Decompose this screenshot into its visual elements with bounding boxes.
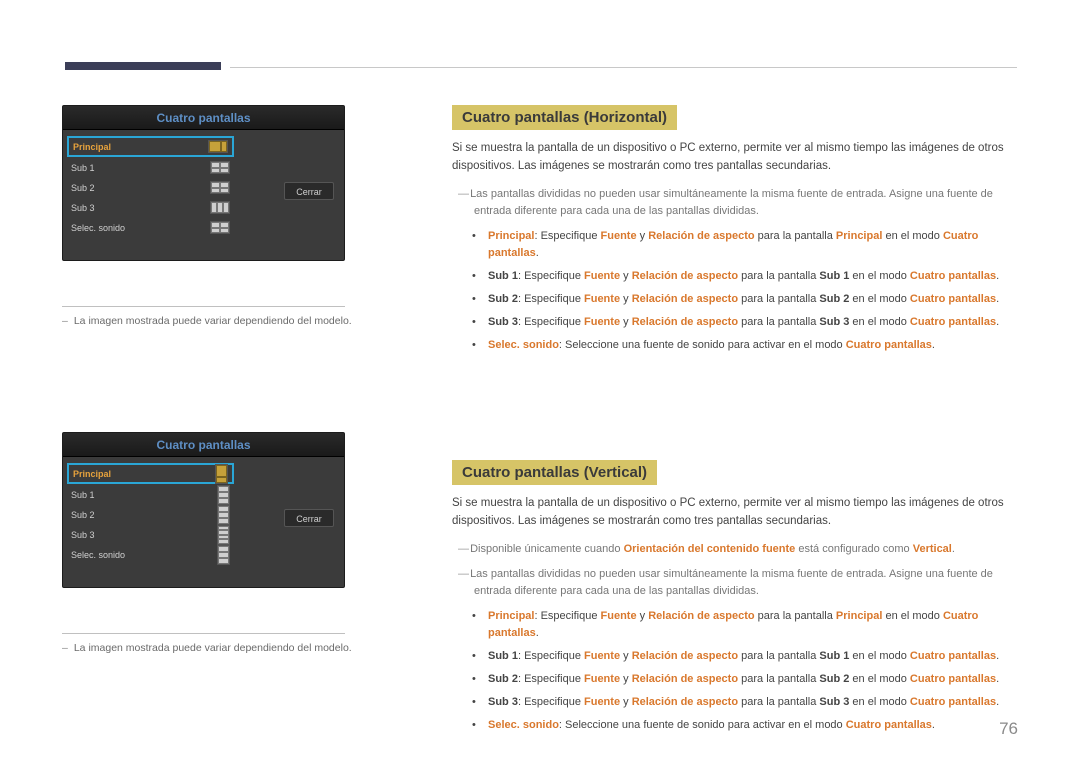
right-column: Cuatro pantallas (Horizontal) Si se mues… [452, 105, 1017, 740]
bullet-sub2: Sub 2: Especifique Fuente y Relación de … [482, 291, 1017, 308]
section-note: Las pantallas divididas no pueden usar s… [452, 186, 1017, 220]
bullet-sub2: Sub 2: Especifique Fuente y Relación de … [482, 671, 1017, 688]
menu-label: Principal [73, 142, 111, 152]
bullet-sub1: Sub 1: Especifique Fuente y Relación de … [482, 268, 1017, 285]
layout-icon-sub2 [217, 505, 230, 525]
menu-label: Sub 2 [71, 183, 95, 193]
tv-panel-horizontal: Cuatro pantallas Principal Sub 1 Sub 2 S… [62, 105, 345, 261]
figure-caption: La imagen mostrada puede variar dependie… [62, 642, 392, 654]
bullet-principal: Principal: Especifique Fuente y Relación… [482, 608, 1017, 642]
header-accent-bar [65, 62, 221, 70]
section-note-availability: Disponible únicamente cuando Orientación… [452, 541, 1017, 558]
tv-panel-body: Principal Sub 1 Sub 2 Sub 3 Selec. sonid… [63, 130, 344, 260]
bullet-sub3: Sub 3: Especifique Fuente y Relación de … [482, 314, 1017, 331]
tv-right-pane: Cerrar [238, 130, 344, 260]
layout-icon-sub1 [210, 161, 230, 174]
menu-label: Principal [73, 469, 111, 479]
menu-item-selec-sonido[interactable]: Selec. sonido [67, 545, 234, 564]
header-rule [230, 67, 1017, 68]
tv-panel-vertical: Cuatro pantallas Principal Sub 1 Sub 2 [62, 432, 345, 588]
section-title-horizontal: Cuatro pantallas (Horizontal) [452, 105, 677, 130]
tv-menu: Principal Sub 1 Sub 2 Sub 3 [63, 457, 238, 587]
menu-item-sub2[interactable]: Sub 2 [67, 505, 234, 524]
section-title-vertical: Cuatro pantallas (Vertical) [452, 460, 657, 485]
close-button[interactable]: Cerrar [284, 182, 334, 200]
menu-label: Sub 3 [71, 530, 95, 540]
bullet-sub1: Sub 1: Especifique Fuente y Relación de … [482, 648, 1017, 665]
section-intro: Si se muestra la pantalla de un disposit… [452, 495, 1017, 531]
menu-item-sub3[interactable]: Sub 3 [67, 525, 234, 544]
menu-item-sub2[interactable]: Sub 2 [67, 178, 234, 197]
layout-icon-sub3 [217, 525, 230, 545]
layout-icon-sub2 [210, 181, 230, 194]
layout-icon-selec [210, 221, 230, 234]
menu-item-sub1[interactable]: Sub 1 [67, 158, 234, 177]
caption-rule [62, 306, 345, 307]
layout-icon-sub1 [217, 485, 230, 505]
tv-panel-body: Principal Sub 1 Sub 2 Sub 3 [63, 457, 344, 587]
tv-menu: Principal Sub 1 Sub 2 Sub 3 Selec. sonid… [63, 130, 238, 260]
menu-label: Selec. sonido [71, 550, 125, 560]
figure-caption: La imagen mostrada puede variar dependie… [62, 315, 392, 327]
menu-item-sub3[interactable]: Sub 3 [67, 198, 234, 217]
bullet-list-vertical: Principal: Especifique Fuente y Relación… [452, 608, 1017, 734]
layout-icon-principal [208, 140, 228, 153]
menu-item-selec-sonido[interactable]: Selec. sonido [67, 218, 234, 237]
close-button[interactable]: Cerrar [284, 509, 334, 527]
layout-icon-sub3 [210, 201, 230, 214]
bullet-selec-sonido: Selec. sonido: Seleccione una fuente de … [482, 717, 1017, 734]
section-note: Las pantallas divididas no pueden usar s… [452, 566, 1017, 600]
tv-right-pane: Cerrar [238, 457, 344, 587]
menu-label: Sub 1 [71, 490, 95, 500]
page-number: 76 [999, 719, 1018, 739]
layout-icon-selec [217, 545, 230, 565]
menu-item-sub1[interactable]: Sub 1 [67, 485, 234, 504]
tv-panel-title: Cuatro pantallas [63, 106, 344, 130]
menu-item-principal[interactable]: Principal [67, 136, 234, 157]
bullet-sub3: Sub 3: Especifique Fuente y Relación de … [482, 694, 1017, 711]
menu-label: Sub 1 [71, 163, 95, 173]
bullet-list-horizontal: Principal: Especifique Fuente y Relación… [452, 228, 1017, 354]
menu-label: Sub 2 [71, 510, 95, 520]
bullet-selec-sonido: Selec. sonido: Seleccione una fuente de … [482, 337, 1017, 354]
layout-icon-principal [215, 464, 228, 484]
bullet-principal: Principal: Especifique Fuente y Relación… [482, 228, 1017, 262]
tv-panel-title: Cuatro pantallas [63, 433, 344, 457]
menu-label: Sub 3 [71, 203, 95, 213]
menu-label: Selec. sonido [71, 223, 125, 233]
left-column: Cuatro pantallas Principal Sub 1 Sub 2 S… [62, 105, 392, 654]
menu-item-principal[interactable]: Principal [67, 463, 234, 484]
section-intro: Si se muestra la pantalla de un disposit… [452, 140, 1017, 176]
caption-rule [62, 633, 345, 634]
